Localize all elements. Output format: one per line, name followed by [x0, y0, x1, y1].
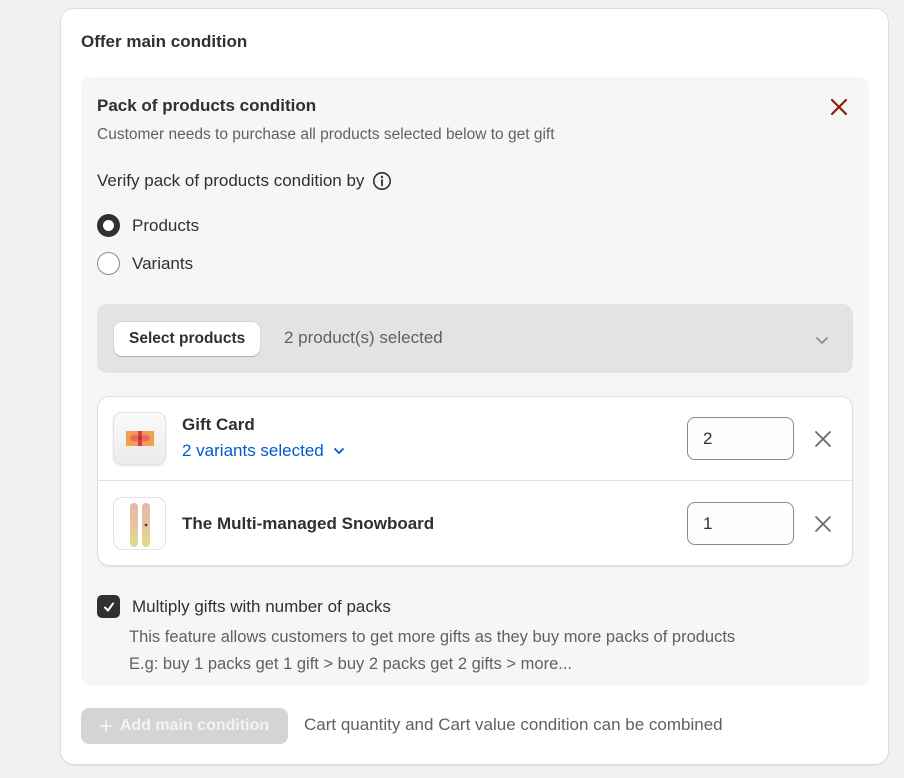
add-main-condition-button[interactable]: Add main condition [81, 708, 288, 744]
checkmark-icon [103, 602, 114, 611]
product-selector-bar: Select products 2 product(s) selected [97, 304, 853, 373]
chevron-down-icon[interactable] [814, 332, 830, 348]
condition-description: Customer needs to purchase all products … [97, 126, 555, 143]
verify-label: Verify pack of products condition by [97, 171, 365, 190]
select-products-button[interactable]: Select products [114, 322, 261, 356]
radio-variants[interactable]: Variants [97, 252, 193, 275]
snowboard-thumbnail [113, 497, 166, 550]
variants-selected-toggle[interactable]: 2 variants selected [182, 441, 346, 461]
close-icon [830, 98, 848, 116]
multiply-help-line-1: This feature allows customers to get mor… [129, 628, 736, 646]
radio-button-checked[interactable] [97, 214, 120, 237]
quantity-input[interactable] [687, 417, 794, 460]
variants-label: 2 variants selected [182, 441, 324, 460]
multiply-gifts-label: Multiply gifts with number of packs [132, 596, 391, 616]
radio-label: Products [132, 215, 200, 235]
offer-main-condition-card: Offer main condition Pack of products co… [60, 8, 889, 765]
close-icon [815, 516, 831, 532]
chevron-down-icon [333, 448, 344, 454]
pack-of-products-panel: Pack of products condition Customer need… [81, 77, 869, 686]
radio-products[interactable]: Products [97, 214, 199, 237]
remove-product-button[interactable] [814, 430, 832, 448]
remove-condition-button[interactable] [829, 97, 849, 117]
selected-count: 2 product(s) selected [284, 328, 443, 347]
card-title: Offer main condition [81, 32, 248, 51]
product-row: Gift Card 2 variants selected [98, 397, 852, 481]
multiply-help-line-2: E.g: buy 1 packs get 1 gift > buy 2 pack… [129, 655, 572, 673]
product-name: The Multi-managed Snowboard [182, 514, 435, 533]
condition-title: Pack of products condition [97, 96, 317, 115]
multiply-gifts-checkbox-row[interactable]: Multiply gifts with number of packs [97, 595, 391, 618]
close-icon [815, 431, 831, 447]
plus-icon [99, 720, 112, 732]
selected-products-list: Gift Card 2 variants selected 2 The Mult… [97, 396, 853, 566]
radio-label: Variants [132, 253, 194, 273]
quantity-input[interactable] [687, 502, 794, 545]
add-main-condition-label: Add main condition [119, 717, 270, 734]
combine-note: Cart quantity and Cart value condition c… [304, 715, 723, 734]
verify-label-row: Verify pack of products condition by [97, 171, 392, 191]
radio-button-unchecked[interactable] [97, 252, 120, 275]
info-icon[interactable] [372, 171, 392, 191]
remove-product-button[interactable] [814, 515, 832, 533]
multiply-gifts-checkbox[interactable] [97, 595, 120, 618]
product-name: Gift Card [182, 415, 255, 434]
gift-card-thumbnail [113, 412, 166, 465]
product-row: The Multi-managed Snowboard [98, 481, 852, 565]
